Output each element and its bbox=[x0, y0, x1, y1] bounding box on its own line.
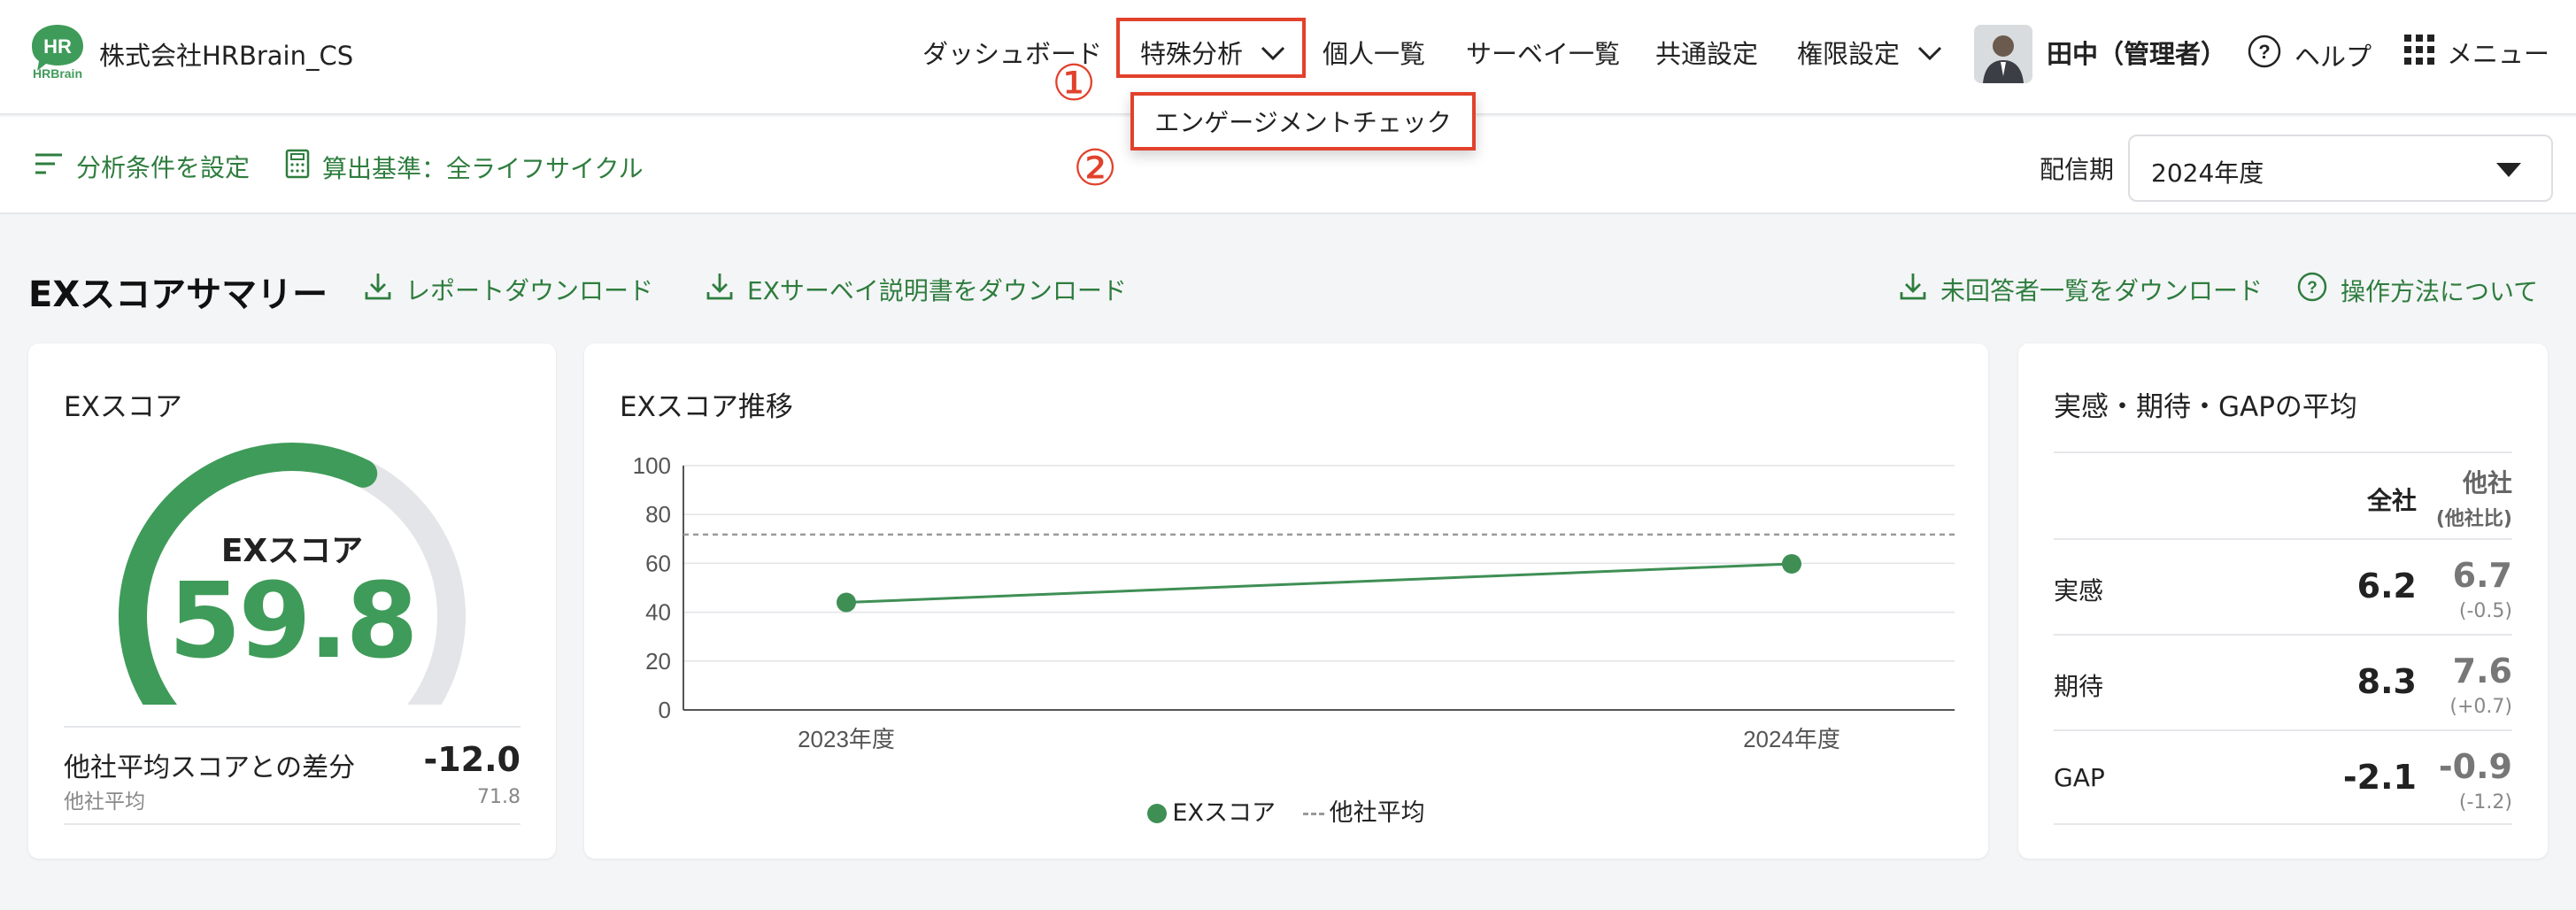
x-tick-label: 2024年度 bbox=[1743, 726, 1840, 752]
chevron-down-icon bbox=[1917, 37, 1942, 67]
nav-individual-list[interactable]: 個人一覧 bbox=[1323, 34, 1425, 71]
row-label: 期待 bbox=[2054, 672, 2104, 701]
nav-survey-list[interactable]: サーベイ一覧 bbox=[1466, 34, 1620, 71]
row-all-value: -2.1 bbox=[2342, 758, 2417, 797]
caret-down-icon bbox=[2496, 163, 2521, 177]
period-select[interactable]: 2024年度 bbox=[2128, 135, 2553, 202]
legend-score-marker bbox=[1147, 804, 1168, 823]
svg-text:?: ? bbox=[2258, 41, 2270, 63]
ex-trend-chart: 0 20 40 60 80 100 2023年度 2024年度 bbox=[633, 452, 1955, 752]
legend-avg-label: 他社平均 bbox=[1329, 799, 1425, 827]
x-tick-label: 2023年度 bbox=[798, 726, 895, 752]
download-icon bbox=[1898, 271, 1928, 307]
svg-text:HRBrain: HRBrain bbox=[33, 66, 82, 80]
y-tick-label: 20 bbox=[645, 648, 671, 675]
col-header-other-label: 他社 bbox=[2462, 468, 2512, 497]
row-other-diff: (+0.7) bbox=[2449, 696, 2512, 718]
dropdown-engagement-check[interactable]: エンゲージメントチェック bbox=[1130, 92, 1476, 150]
row-other-value: 7.6 bbox=[2452, 652, 2512, 690]
y-tick-label: 0 bbox=[659, 697, 671, 723]
y-tick-label: 100 bbox=[633, 452, 671, 479]
ex-survey-doc-download-link[interactable]: EXサーベイ説明書をダウンロード bbox=[705, 271, 1127, 307]
row-label: 実感 bbox=[2054, 576, 2104, 605]
menu-label: メニュー bbox=[2447, 39, 2550, 69]
ex-score-card-title: EXスコア bbox=[64, 391, 182, 423]
score-point bbox=[837, 592, 856, 613]
diff-value: -12.0 bbox=[423, 740, 521, 779]
svg-text:?: ? bbox=[2307, 279, 2318, 297]
section-title: EXスコアサマリー bbox=[28, 274, 328, 315]
row-other-diff: (-0.5) bbox=[2458, 600, 2512, 622]
score-point bbox=[1782, 553, 1801, 574]
nav-permission-settings-label: 権限設定 bbox=[1797, 39, 1901, 69]
unanswered-download-label: 未回答者一覧をダウンロード bbox=[1940, 275, 2264, 305]
annotation-step-1: ① bbox=[1052, 55, 1097, 112]
hrbrain-logo[interactable]: HR HRBrain bbox=[27, 21, 89, 81]
table-row: 期待 8.3 7.6 (+0.7) bbox=[2054, 634, 2512, 729]
ex-trend-card: EXスコア推移 0 20 40 60 80 100 2023年度 2024年度 EXスコア 他… bbox=[584, 343, 1988, 859]
nav-common-settings[interactable]: 共通設定 bbox=[1655, 34, 1758, 71]
legend-score-label: EXスコア bbox=[1172, 799, 1276, 827]
gap-card-title: 実感・期待・GAPの平均 bbox=[2054, 391, 2357, 423]
how-to-link[interactable]: ? 操作方法について bbox=[2296, 271, 2538, 309]
diff-sub-label: 他社平均 bbox=[64, 790, 145, 814]
legend-avg-marker bbox=[1302, 813, 1324, 815]
score-line bbox=[845, 562, 1793, 605]
table-row: GAP -2.1 -0.9 (-1.2) bbox=[2054, 729, 2512, 825]
company-name: 株式会社HRBrain_CS bbox=[99, 41, 354, 71]
diff-row: 他社平均スコアとの差分 他社平均 -12.0 71.8 bbox=[64, 726, 521, 825]
period-label: 配信期 bbox=[2040, 155, 2115, 184]
col-header-all: 全社 bbox=[2366, 486, 2417, 515]
y-tick-label: 40 bbox=[645, 599, 671, 626]
row-other-diff: (-1.2) bbox=[2458, 791, 2512, 814]
chart-legend: EXスコア 他社平均 bbox=[584, 793, 1988, 828]
gap-table-header: 全社 他社 (他社比) bbox=[2054, 451, 2512, 538]
diff-label: 他社平均スコアとの差分 bbox=[64, 752, 356, 783]
calc-basis-button[interactable]: 算出基準：全ライフサイクル bbox=[285, 149, 644, 185]
y-tick-label: 60 bbox=[645, 550, 671, 576]
ex-survey-doc-download-label: EXサーベイ説明書をダウンロード bbox=[747, 275, 1127, 305]
col-header-other: 他社 (他社比) bbox=[2436, 464, 2512, 531]
period-select-value: 2024年度 bbox=[2151, 158, 2264, 188]
svg-text:HR: HR bbox=[43, 35, 72, 58]
calculator-icon bbox=[285, 149, 310, 185]
download-icon bbox=[705, 271, 735, 307]
nav-highlight-box bbox=[1116, 18, 1306, 78]
table-row: 実感 6.2 6.7 (-0.5) bbox=[2054, 538, 2512, 634]
gap-card: 実感・期待・GAPの平均 全社 他社 (他社比) 実感 6.2 6.7 (-0.… bbox=[2018, 343, 2548, 859]
download-icon bbox=[363, 271, 393, 307]
ex-score-card: EXスコア EXスコア 59.8 他社平均スコアとの差分 他社平均 -12.0 … bbox=[28, 343, 556, 859]
row-label: GAP bbox=[2054, 763, 2105, 792]
gauge-value: 59.8 bbox=[168, 559, 418, 682]
unanswered-download-link[interactable]: 未回答者一覧をダウンロード bbox=[1898, 271, 2263, 307]
help-label: ヘルプ bbox=[2294, 41, 2372, 72]
report-download-label: レポートダウンロード bbox=[405, 275, 654, 305]
row-all-value: 8.3 bbox=[2356, 662, 2417, 701]
analysis-conditions-button[interactable]: 分析条件を設定 bbox=[34, 149, 250, 184]
report-download-link[interactable]: レポートダウンロード bbox=[363, 271, 653, 307]
help-circle-icon: ? bbox=[2296, 271, 2328, 309]
y-tick-label: 80 bbox=[645, 501, 671, 528]
help-link[interactable]: ? ヘルプ bbox=[2247, 34, 2372, 75]
calc-basis-label: 算出基準：全ライフサイクル bbox=[322, 153, 644, 183]
row-all-value: 6.2 bbox=[2356, 567, 2417, 605]
filter-lines-icon bbox=[34, 151, 64, 182]
row-other-value: 6.7 bbox=[2452, 556, 2512, 595]
how-to-label: 操作方法について bbox=[2341, 276, 2539, 306]
row-other-value: -0.9 bbox=[2438, 747, 2512, 786]
user-name[interactable]: 田中（管理者） bbox=[2047, 34, 2226, 71]
diff-sub-value: 71.8 bbox=[477, 786, 521, 808]
user-avatar[interactable] bbox=[1974, 25, 2032, 83]
annotation-step-2: ② bbox=[1073, 140, 1118, 197]
analysis-conditions-label: 分析条件を設定 bbox=[76, 153, 251, 182]
grid-menu-icon bbox=[2404, 34, 2434, 71]
col-header-other-sub: (他社比) bbox=[2435, 508, 2512, 530]
gap-table: 全社 他社 (他社比) 実感 6.2 6.7 (-0.5) 期待 8.3 7.6… bbox=[2054, 451, 2512, 825]
nav-permission-settings[interactable]: 権限設定 bbox=[1797, 34, 1942, 71]
help-circle-icon: ? bbox=[2247, 34, 2282, 75]
menu-button[interactable]: メニュー bbox=[2404, 34, 2549, 71]
